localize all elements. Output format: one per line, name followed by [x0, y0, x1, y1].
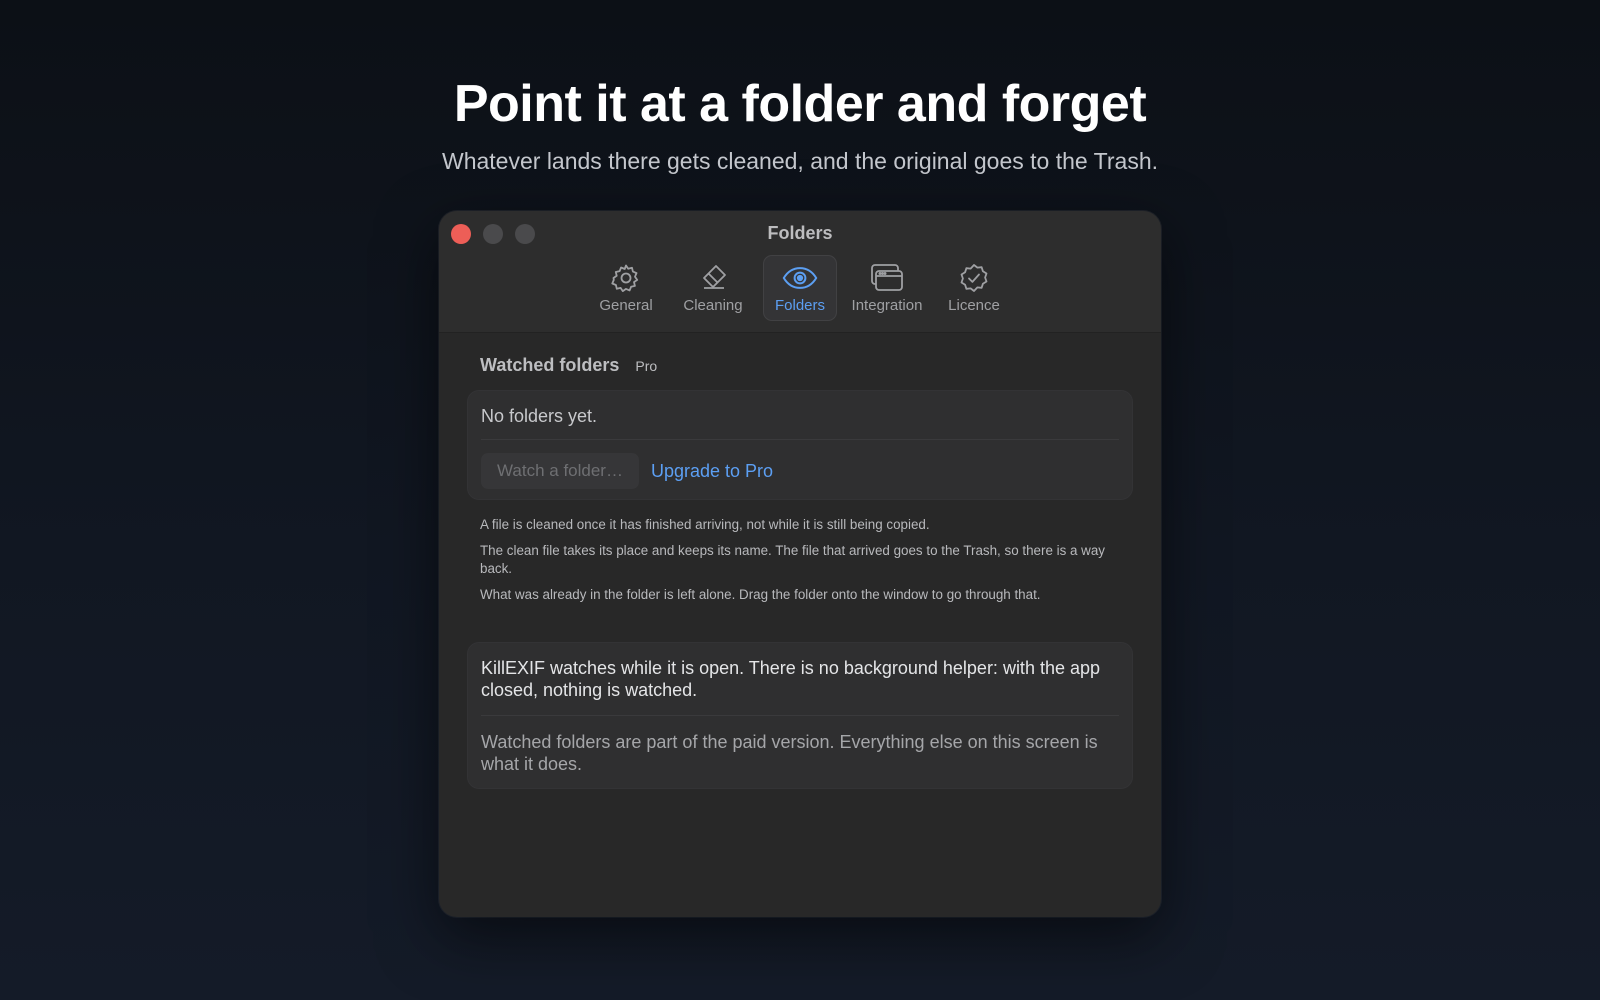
hero-title: Point it at a folder and forget	[453, 75, 1147, 133]
window-toolbar: Folders General Cleaning Folders Integra…	[439, 211, 1161, 333]
note-text: A file is cleaned once it has finished a…	[480, 517, 930, 532]
tab-label: Integration	[851, 297, 923, 314]
info-secondary-text: Watched folders are part of the paid ver…	[481, 732, 1098, 774]
preferences-window: Folders General Cleaning Folders Integra…	[439, 211, 1161, 917]
notes-list: A file is cleaned once it has finished a…	[467, 516, 1133, 604]
tab-label: Licence	[948, 297, 1000, 314]
eye-icon	[782, 261, 818, 295]
upgrade-to-pro-link[interactable]: Upgrade to Pro	[651, 461, 773, 482]
section-header: Watched folders Pro	[467, 355, 1133, 376]
tab-integration[interactable]: Integration	[843, 255, 931, 321]
window-title: Folders	[767, 223, 833, 243]
note-text: What was already in the folder is left a…	[480, 587, 1041, 602]
empty-state-text: No folders yet.	[481, 391, 1119, 440]
preference-tabs: General Cleaning Folders Integration Lic…	[439, 255, 1161, 321]
tab-licence[interactable]: Licence	[937, 255, 1011, 321]
tab-general[interactable]: General	[589, 255, 663, 321]
tab-folders[interactable]: Folders	[763, 255, 837, 321]
folder-actions: Watch a folder… Upgrade to Pro	[481, 440, 1119, 489]
gear-icon	[608, 261, 644, 295]
note-text: The clean file takes its place and keeps…	[480, 543, 1105, 576]
watched-folders-card: No folders yet. Watch a folder… Upgrade …	[467, 390, 1133, 500]
pro-badge: Pro	[635, 358, 658, 374]
section-title: Watched folders	[480, 355, 620, 375]
watch-folder-button[interactable]: Watch a folder…	[481, 453, 639, 489]
folders-pane: Watched folders Pro No folders yet. Watc…	[467, 355, 1133, 789]
tab-label: Cleaning	[683, 297, 743, 314]
info-primary-text: KillEXIF watches while it is open. There…	[481, 643, 1119, 716]
tab-label: General	[599, 297, 653, 314]
eraser-icon	[695, 261, 731, 295]
info-card: KillEXIF watches while it is open. There…	[467, 642, 1133, 789]
checkmark-seal-icon	[956, 261, 992, 295]
tab-label: Folders	[774, 297, 826, 314]
tab-cleaning[interactable]: Cleaning	[669, 255, 757, 321]
hero-subtitle: Whatever lands there gets cleaned, and t…	[442, 148, 1158, 174]
windows-icon	[869, 261, 905, 295]
